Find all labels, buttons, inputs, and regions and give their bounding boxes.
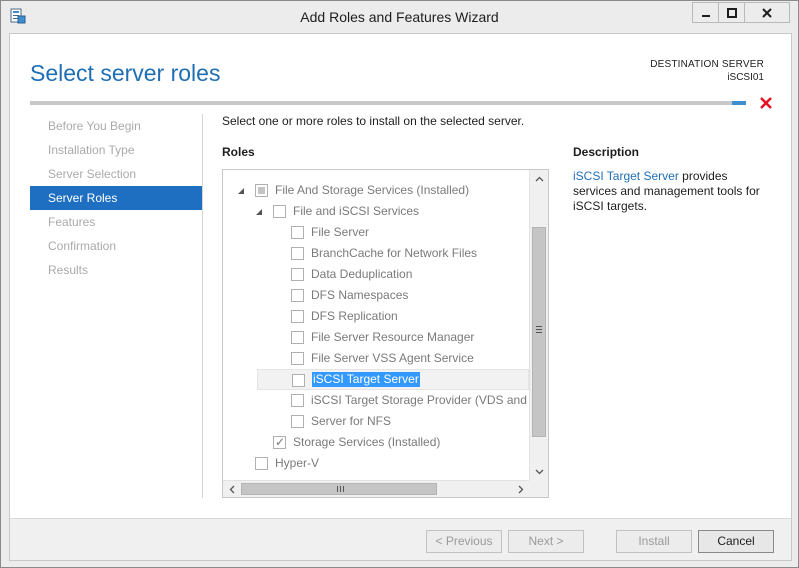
maximize-icon (726, 7, 737, 18)
role-row[interactable]: Data Deduplication (223, 264, 529, 285)
role-row[interactable]: File Server (223, 222, 529, 243)
wizard-window: Add Roles and Features Wizard Select ser… (0, 0, 799, 568)
role-checkbox[interactable] (255, 457, 268, 470)
close-button[interactable] (744, 2, 790, 23)
description-header: Description (573, 145, 640, 159)
minimize-button[interactable] (692, 2, 718, 23)
grip-icon (337, 486, 344, 492)
chevron-left-icon (229, 485, 234, 493)
role-checkbox[interactable] (291, 226, 304, 239)
window-title: Add Roles and Features Wizard (300, 9, 499, 25)
error-x-icon[interactable] (759, 96, 773, 110)
role-checkbox[interactable] (291, 310, 304, 323)
wizard-progress-bar (30, 101, 746, 105)
role-label: iSCSI Target Storage Provider (VDS and V… (311, 393, 549, 407)
vertical-scrollbar[interactable] (529, 170, 548, 480)
role-label: iSCSI Target Server (312, 372, 420, 387)
horizontal-scrollbar[interactable] (223, 480, 529, 497)
role-label: DFS Namespaces (311, 288, 409, 302)
role-label: File Server Resource Manager (311, 330, 475, 344)
next-button[interactable]: Next > (508, 530, 584, 553)
title-bar[interactable]: Add Roles and Features Wizard (1, 1, 798, 33)
role-label: File Server (311, 225, 370, 239)
role-row[interactable]: iSCSI Target Server (257, 369, 529, 390)
role-row[interactable]: iSCSI Target Storage Provider (VDS and V… (223, 390, 548, 411)
role-checkbox[interactable] (291, 415, 304, 428)
grip-icon (536, 326, 542, 333)
nav-divider (202, 114, 203, 498)
role-label: BranchCache for Network Files (311, 246, 478, 260)
role-checkbox[interactable] (291, 331, 304, 344)
role-checkbox[interactable] (291, 394, 304, 407)
role-label: Data Deduplication (311, 267, 413, 281)
role-checkbox[interactable] (255, 184, 268, 197)
page-title: Select server roles (30, 60, 221, 86)
role-row[interactable]: File and iSCSI Services (223, 201, 529, 222)
role-row[interactable]: File Server Resource Manager (223, 327, 529, 348)
scroll-left-button[interactable] (223, 481, 240, 497)
role-row[interactable]: Server for NFS (223, 411, 529, 432)
destination-server-name: iSCSI01 (727, 72, 764, 83)
previous-button[interactable]: < Previous (426, 530, 502, 553)
role-row[interactable]: File Server VSS Agent Service (223, 348, 529, 369)
maximize-button[interactable] (718, 2, 744, 23)
role-label: Hyper-V (275, 456, 320, 470)
roles-tree[interactable]: Hyper-V Storage Services (Installed) Serve… (222, 169, 549, 498)
wizard-client-area: Select server roles DESTINATION SERVER i… (9, 33, 792, 561)
role-label: DFS Replication (311, 309, 398, 323)
nav-item-server-selection[interactable]: Server Selection (30, 162, 202, 186)
nav-item-features[interactable]: Features (30, 210, 202, 234)
role-checkbox[interactable] (273, 205, 286, 218)
role-checkbox[interactable] (291, 247, 304, 260)
close-icon (762, 7, 772, 18)
role-checkbox[interactable] (291, 268, 304, 281)
role-row[interactable]: DFS Namespaces (223, 285, 529, 306)
chevron-right-icon (518, 485, 523, 493)
scrollbar-corner (529, 480, 548, 497)
install-button[interactable]: Install (616, 530, 692, 553)
nav-item-results[interactable]: Results (30, 258, 202, 282)
role-row[interactable]: File And Storage Services (Installed) (223, 180, 529, 201)
expand-triangle-icon[interactable] (255, 208, 263, 216)
roles-header: Roles (222, 145, 255, 159)
role-label: File Server VSS Agent Service (311, 351, 474, 365)
progress-indicator (732, 101, 746, 105)
vertical-scroll-thumb[interactable] (532, 227, 546, 437)
scroll-right-button[interactable] (512, 481, 529, 497)
role-checkbox[interactable] (291, 289, 304, 302)
description-text: iSCSI Target Server provides services an… (573, 169, 763, 214)
role-label: File And Storage Services (Installed) (275, 183, 470, 197)
nav-item-server-roles[interactable]: Server Roles (30, 186, 202, 210)
expand-triangle-icon[interactable] (237, 187, 245, 195)
instruction-text: Select one or more roles to install on t… (222, 114, 525, 128)
nav-item-confirmation[interactable]: Confirmation (30, 234, 202, 258)
role-label: File and iSCSI Services (293, 204, 420, 218)
role-label: Storage Services (Installed) (293, 435, 441, 449)
nav-item-before-you-begin[interactable]: Before You Begin (30, 114, 202, 138)
chevron-down-icon (535, 469, 543, 474)
role-row[interactable]: DFS Replication (223, 306, 529, 327)
role-row[interactable]: Hyper-V (223, 453, 529, 474)
role-checkbox[interactable] (292, 374, 305, 387)
role-checkbox[interactable] (291, 352, 304, 365)
role-label: Server for NFS (311, 414, 392, 428)
chevron-up-icon (535, 176, 543, 181)
destination-server-label: DESTINATION SERVER (650, 59, 764, 70)
wizard-footer: < Previous Next > Install Cancel (10, 518, 791, 560)
wizard-nav: Before You Begin Installation Type Server … (30, 114, 202, 282)
scroll-down-button[interactable] (530, 463, 548, 480)
cancel-button[interactable]: Cancel (698, 530, 774, 553)
role-row[interactable]: Storage Services (Installed) (223, 432, 529, 453)
role-row[interactable]: BranchCache for Network Files (223, 243, 529, 264)
role-checkbox[interactable] (273, 435, 286, 449)
description-role-link[interactable]: iSCSI Target Server (573, 169, 679, 183)
minimize-icon (701, 14, 710, 17)
horizontal-scroll-thumb[interactable] (241, 483, 437, 495)
scroll-up-button[interactable] (530, 170, 548, 187)
nav-item-installation-type[interactable]: Installation Type (30, 138, 202, 162)
